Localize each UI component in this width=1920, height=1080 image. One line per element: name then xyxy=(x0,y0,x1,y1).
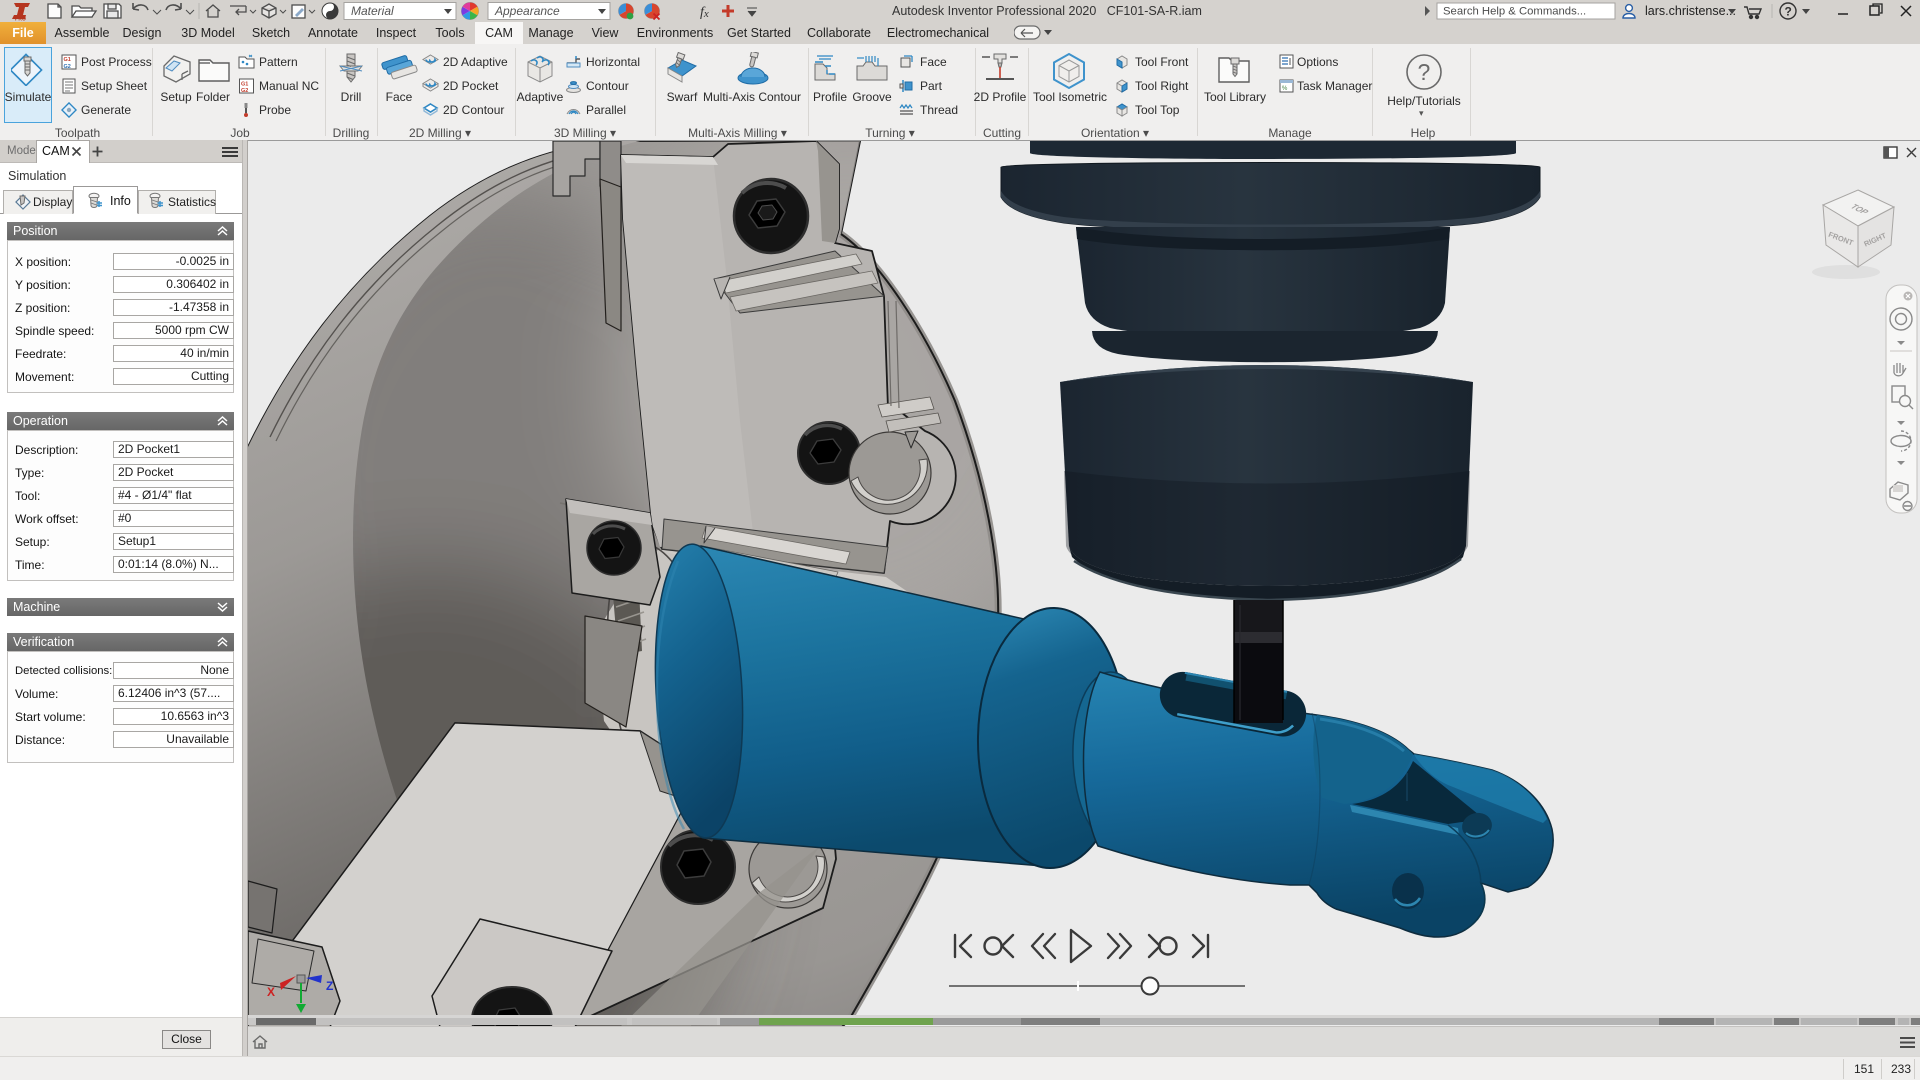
svg-text:G1: G1 xyxy=(64,57,71,63)
svg-text:X: X xyxy=(267,985,275,999)
svg-text:G2: G2 xyxy=(241,88,248,94)
svg-text:G2: G2 xyxy=(64,64,71,70)
svg-text:?: ? xyxy=(1785,5,1792,19)
svg-text:fx: fx xyxy=(700,5,709,20)
svg-text:G1: G1 xyxy=(241,82,248,88)
svg-text:Material: Material xyxy=(351,4,394,18)
svg-text:Search Help & Commands...: Search Help & Commands... xyxy=(1443,6,1586,18)
svg-text:?: ? xyxy=(1418,59,1431,85)
svg-text:Z: Z xyxy=(326,979,333,993)
svg-text:Appearance: Appearance xyxy=(494,4,560,18)
svg-text:lars.christense...: lars.christense... xyxy=(1645,4,1736,18)
svg-text:%: % xyxy=(1282,86,1288,92)
